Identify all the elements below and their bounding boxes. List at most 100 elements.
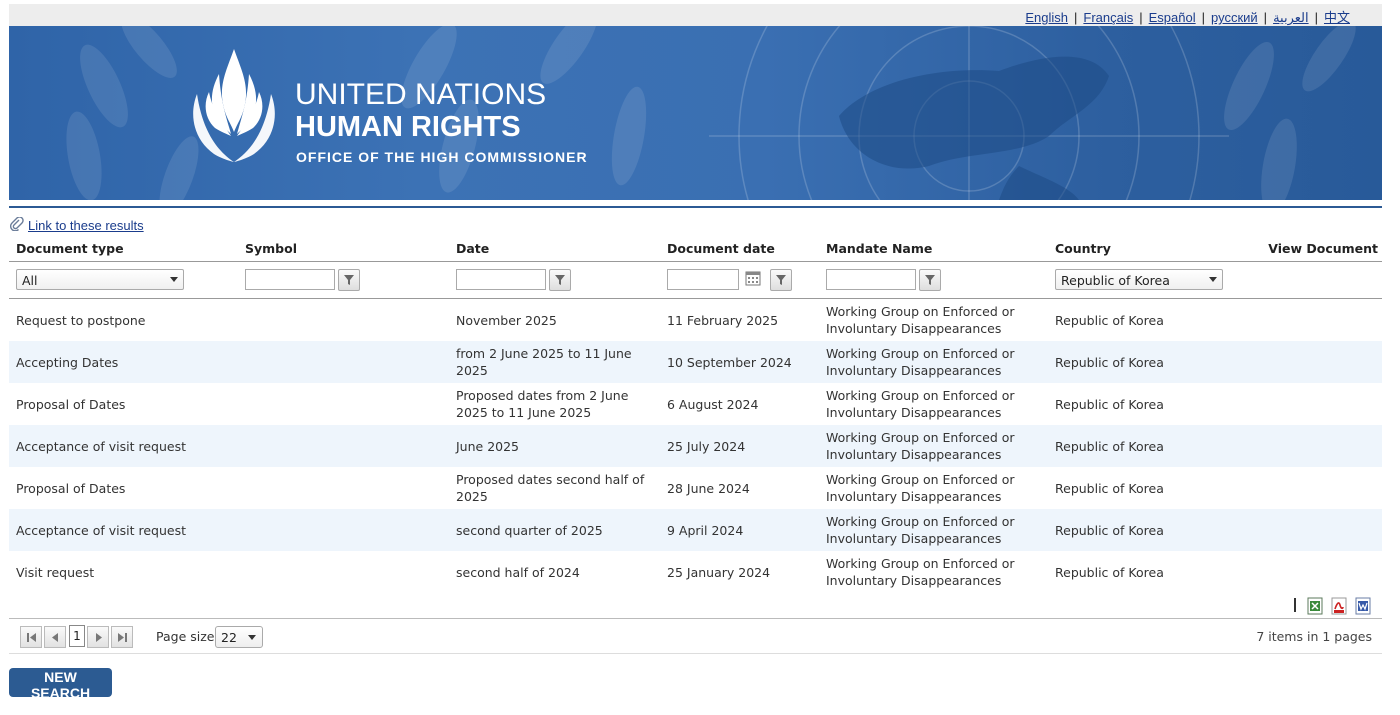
cell-mandate-name: Working Group on Enforced or Involuntary… bbox=[826, 514, 1015, 546]
cell-country: Republic of Korea bbox=[1055, 312, 1164, 328]
symbol-filter-button[interactable] bbox=[338, 269, 360, 291]
next-page-icon bbox=[96, 633, 102, 642]
lang-english[interactable]: English bbox=[1025, 10, 1068, 25]
pager: 1 Page size: 22 7 items in 1 pages bbox=[9, 618, 1382, 654]
export-excel-icon[interactable] bbox=[1307, 597, 1323, 615]
table-row: Request to postpone November 2025 11 Feb… bbox=[9, 299, 1382, 341]
banner-subtitle: OFFICE OF THE HIGH COMMISSIONER bbox=[296, 149, 588, 165]
document-type-filter-value: All bbox=[22, 273, 38, 288]
cell-document-date: 9 April 2024 bbox=[667, 522, 744, 538]
link-results-area: Link to these results bbox=[9, 216, 144, 233]
chevron-down-icon bbox=[1209, 277, 1217, 282]
cell-country: Republic of Korea bbox=[1055, 522, 1164, 538]
header-banner: UNITED NATIONS HUMAN RIGHTS OFFICE OF TH… bbox=[9, 26, 1382, 200]
cell-document-date: 25 July 2024 bbox=[667, 438, 746, 454]
chevron-down-icon bbox=[170, 277, 178, 282]
cell-document-date: 28 June 2024 bbox=[667, 480, 750, 496]
col-date[interactable]: Date bbox=[456, 241, 489, 256]
banner-title-line1: UNITED NATIONS bbox=[295, 78, 547, 111]
col-document-type[interactable]: Document type bbox=[16, 241, 124, 256]
cell-document-type: Acceptance of visit request bbox=[16, 438, 186, 454]
language-links: English | Français | Español | русский | العربية… bbox=[1025, 10, 1350, 25]
next-page-button[interactable] bbox=[87, 626, 109, 648]
new-search-button[interactable]: NEW SEARCH bbox=[9, 668, 112, 701]
cell-mandate-name: Working Group on Enforced or Involuntary… bbox=[826, 304, 1015, 336]
table-row: Visit request second half of 2024 25 Jan… bbox=[9, 551, 1382, 593]
mandate-name-filter-input[interactable] bbox=[826, 269, 916, 290]
col-document-date[interactable]: Document date bbox=[667, 241, 775, 256]
cell-date: from 2 June 2025 to 11 June 2025 bbox=[456, 346, 632, 378]
filter-icon bbox=[776, 275, 786, 285]
filter-icon bbox=[925, 275, 935, 285]
export-word-icon[interactable] bbox=[1355, 597, 1371, 615]
chevron-down-icon bbox=[248, 635, 256, 640]
grid-body: Request to postpone November 2025 11 Feb… bbox=[9, 299, 1382, 593]
export-pdf-icon[interactable] bbox=[1331, 597, 1347, 615]
prev-page-button[interactable] bbox=[44, 626, 66, 648]
table-row: Proposal of Dates Proposed dates from 2 … bbox=[9, 383, 1382, 425]
mandate-name-filter-button[interactable] bbox=[919, 269, 941, 291]
cell-mandate-name: Working Group on Enforced or Involuntary… bbox=[826, 388, 1015, 420]
col-symbol[interactable]: Symbol bbox=[245, 241, 297, 256]
col-view-document[interactable]: View Document bbox=[1268, 241, 1378, 256]
cell-country: Republic of Korea bbox=[1055, 396, 1164, 412]
document-date-filter-input[interactable] bbox=[667, 269, 739, 290]
lang-french[interactable]: Français bbox=[1083, 10, 1133, 25]
table-row: Accepting Dates from 2 June 2025 to 11 J… bbox=[9, 341, 1382, 383]
cell-country: Republic of Korea bbox=[1055, 438, 1164, 454]
cell-date: November 2025 bbox=[456, 312, 557, 328]
last-page-icon bbox=[118, 633, 127, 642]
country-filter-select[interactable]: Republic of Korea bbox=[1055, 269, 1223, 290]
cell-document-type: Request to postpone bbox=[16, 312, 146, 328]
col-mandate-name[interactable]: Mandate Name bbox=[826, 241, 932, 256]
current-page-number[interactable]: 1 bbox=[69, 625, 85, 647]
cell-date: Proposed dates from 2 June 2025 to 11 Ju… bbox=[456, 388, 629, 420]
cell-date: second half of 2024 bbox=[456, 564, 580, 580]
last-page-button[interactable] bbox=[111, 626, 133, 648]
cell-document-date: 10 September 2024 bbox=[667, 354, 792, 370]
cell-date: second quarter of 2025 bbox=[456, 522, 603, 538]
lang-spanish[interactable]: Español bbox=[1149, 10, 1196, 25]
date-filter-input[interactable] bbox=[456, 269, 546, 290]
document-date-filter-button[interactable] bbox=[770, 269, 792, 291]
link-to-results[interactable]: Link to these results bbox=[28, 218, 144, 233]
cell-document-type: Proposal of Dates bbox=[16, 396, 126, 412]
first-page-button[interactable] bbox=[20, 626, 42, 648]
language-bar: English | Français | Español | русский | العربية… bbox=[9, 4, 1382, 26]
country-filter-value: Republic of Korea bbox=[1061, 273, 1170, 288]
symbol-filter-input[interactable] bbox=[245, 269, 335, 290]
calendar-icon bbox=[745, 271, 761, 286]
cell-document-date: 25 January 2024 bbox=[667, 564, 771, 580]
cell-mandate-name: Working Group on Enforced or Involuntary… bbox=[826, 472, 1015, 504]
calendar-button[interactable] bbox=[745, 270, 763, 288]
lang-russian[interactable]: русский bbox=[1211, 10, 1258, 25]
table-row: Proposal of Dates Proposed dates second … bbox=[9, 467, 1382, 509]
cell-mandate-name: Working Group on Enforced or Involuntary… bbox=[826, 346, 1015, 378]
cell-country: Republic of Korea bbox=[1055, 480, 1164, 496]
cell-document-type: Proposal of Dates bbox=[16, 480, 126, 496]
date-filter-button[interactable] bbox=[549, 269, 571, 291]
filter-icon bbox=[555, 275, 565, 285]
cell-document-type: Visit request bbox=[16, 564, 95, 580]
col-country[interactable]: Country bbox=[1055, 241, 1111, 256]
prev-page-icon bbox=[52, 633, 58, 642]
banner-title-line2: HUMAN RIGHTS bbox=[295, 111, 521, 143]
lang-arabic[interactable]: العربية bbox=[1273, 10, 1309, 25]
un-emblem-icon bbox=[193, 49, 275, 162]
page-size-value: 22 bbox=[221, 630, 237, 645]
cell-mandate-name: Working Group on Enforced or Involuntary… bbox=[826, 556, 1015, 588]
export-separator bbox=[1294, 598, 1296, 612]
cell-country: Republic of Korea bbox=[1055, 564, 1164, 580]
pager-info: 7 items in 1 pages bbox=[1256, 629, 1372, 644]
page-size-select[interactable]: 22 bbox=[215, 626, 263, 648]
page-size-label: Page size: bbox=[156, 629, 219, 644]
filter-icon bbox=[344, 275, 354, 285]
document-type-filter-select[interactable]: All bbox=[16, 269, 184, 290]
cell-date: Proposed dates second half of 2025 bbox=[456, 472, 645, 504]
cell-mandate-name: Working Group on Enforced or Involuntary… bbox=[826, 430, 1015, 462]
lang-chinese[interactable]: 中文 bbox=[1324, 10, 1350, 25]
table-row: Acceptance of visit request June 2025 25… bbox=[9, 425, 1382, 467]
cell-document-type: Acceptance of visit request bbox=[16, 522, 186, 538]
table-row: Acceptance of visit request second quart… bbox=[9, 509, 1382, 551]
cell-document-type: Accepting Dates bbox=[16, 354, 119, 370]
